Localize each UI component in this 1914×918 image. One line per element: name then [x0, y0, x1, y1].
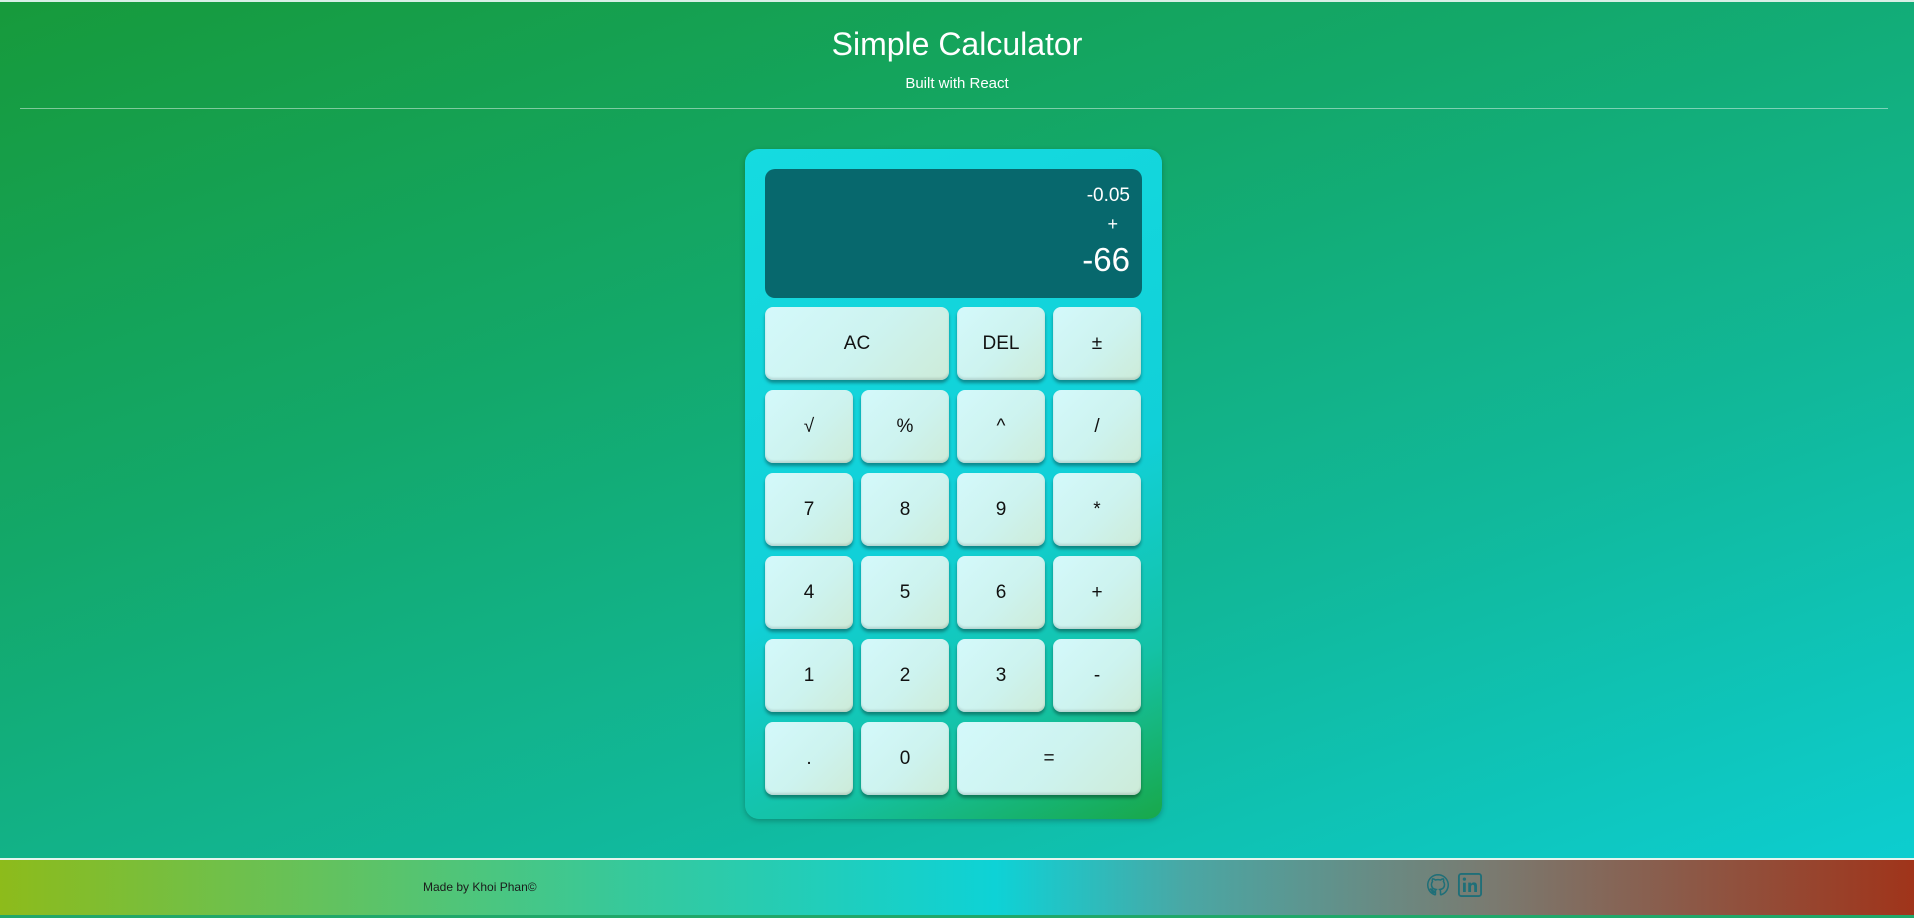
multiply-button[interactable]: *: [1053, 473, 1141, 546]
top-border: [0, 0, 1914, 2]
calculator: -0.05 + -66 AC DEL ± √ % ^ / 7 8 9 * 4 5…: [745, 149, 1162, 819]
github-icon[interactable]: [1424, 870, 1452, 900]
divide-button[interactable]: /: [1053, 390, 1141, 463]
all-clear-button[interactable]: AC: [765, 307, 949, 380]
digit-2-button[interactable]: 2: [861, 639, 949, 712]
header-divider: [20, 108, 1888, 109]
digit-1-button[interactable]: 1: [765, 639, 853, 712]
sqrt-button[interactable]: √: [765, 390, 853, 463]
delete-button[interactable]: DEL: [957, 307, 1045, 380]
percent-button[interactable]: %: [861, 390, 949, 463]
digit-9-button[interactable]: 9: [957, 473, 1045, 546]
footer-credit: Made by Khoi Phan©: [423, 880, 537, 894]
current-operand: -66: [1082, 241, 1130, 278]
subtract-button[interactable]: -: [1053, 639, 1141, 712]
power-button[interactable]: ^: [957, 390, 1045, 463]
operation-symbol: +: [1107, 214, 1118, 234]
page-subtitle: Built with React: [905, 75, 1009, 92]
page-title: Simple Calculator: [831, 26, 1083, 62]
previous-operand: -0.05: [1086, 185, 1130, 206]
digit-8-button[interactable]: 8: [861, 473, 949, 546]
add-button[interactable]: +: [1053, 556, 1141, 629]
digit-5-button[interactable]: 5: [861, 556, 949, 629]
page-footer: Made by Khoi Phan©: [0, 858, 1914, 918]
digit-0-button[interactable]: 0: [861, 722, 949, 795]
digit-4-button[interactable]: 4: [765, 556, 853, 629]
digit-3-button[interactable]: 3: [957, 639, 1045, 712]
calculator-display: -0.05 + -66: [765, 169, 1142, 298]
social-links: [1424, 870, 1484, 900]
linkedin-icon[interactable]: [1456, 870, 1484, 900]
plus-minus-button[interactable]: ±: [1053, 307, 1141, 380]
equals-button[interactable]: =: [957, 722, 1141, 795]
digit-7-button[interactable]: 7: [765, 473, 853, 546]
decimal-button[interactable]: .: [765, 722, 853, 795]
digit-6-button[interactable]: 6: [957, 556, 1045, 629]
